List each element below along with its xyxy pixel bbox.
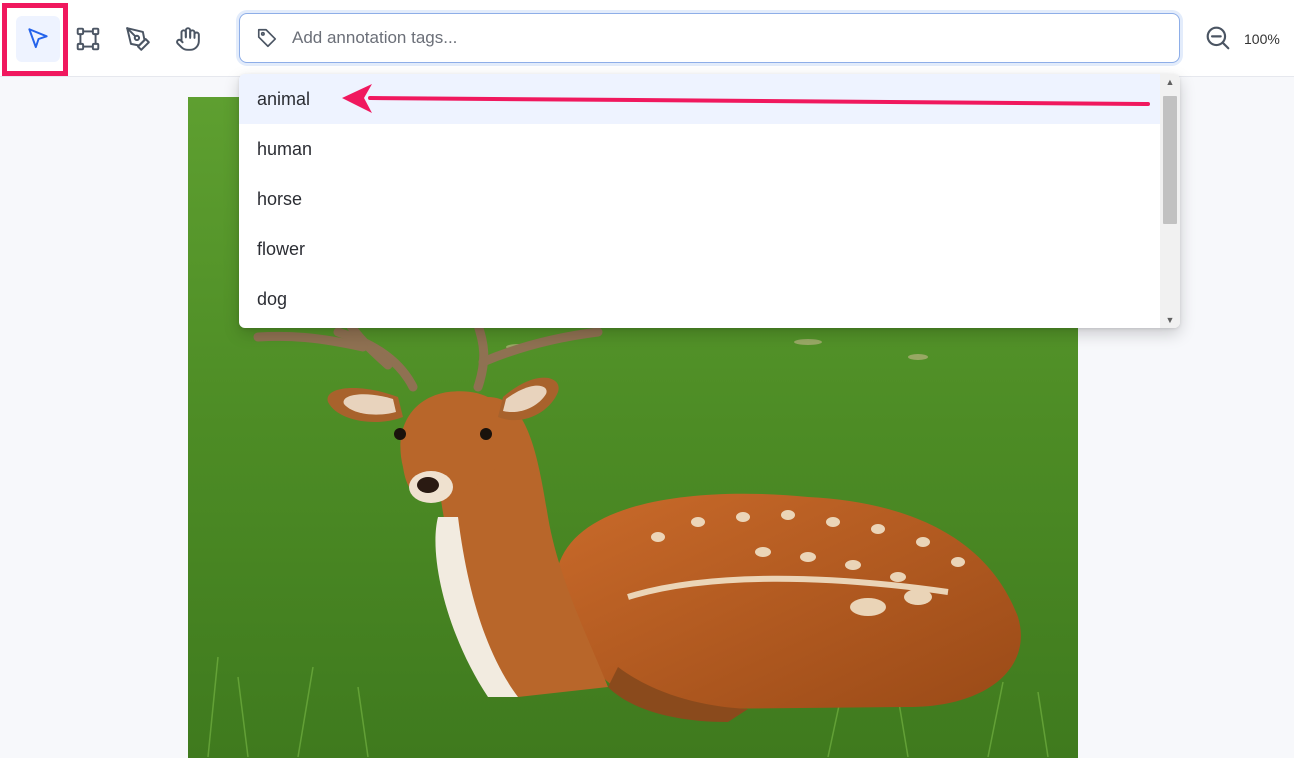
zoom-level: 100%: [1244, 31, 1280, 47]
tag-option-flower[interactable]: flower: [239, 224, 1160, 274]
bounding-box-icon: [76, 27, 100, 51]
tag-option-horse[interactable]: horse: [239, 174, 1160, 224]
bounding-box-tool-button[interactable]: [66, 16, 110, 62]
tag-icon: [257, 28, 277, 48]
hand-icon: [176, 27, 200, 51]
pen-icon: [126, 27, 150, 51]
scroll-down-arrow-icon[interactable]: ▼: [1160, 312, 1180, 328]
pointer-icon: [28, 28, 48, 49]
pan-tool-button[interactable]: [166, 16, 210, 62]
tag-option-animal[interactable]: animal: [239, 74, 1160, 124]
tag-input[interactable]: [290, 17, 1179, 59]
scroll-up-arrow-icon[interactable]: ▲: [1160, 74, 1180, 90]
tag-option-human[interactable]: human: [239, 124, 1160, 174]
pen-tool-button[interactable]: [116, 16, 160, 62]
dropdown-scrollbar[interactable]: ▲ ▼: [1160, 74, 1180, 328]
tag-option-dog[interactable]: dog: [239, 274, 1160, 324]
zoom-out-icon[interactable]: [1205, 25, 1231, 51]
tag-input-container[interactable]: [239, 13, 1180, 63]
select-tool-button[interactable]: [16, 16, 60, 62]
scroll-thumb[interactable]: [1163, 96, 1177, 224]
tag-suggestions-list: animal human horse flower dog: [239, 74, 1160, 324]
toolbar: 100%: [0, 0, 1294, 77]
tag-suggestions-dropdown: animal human horse flower dog ▲ ▼: [239, 74, 1180, 328]
